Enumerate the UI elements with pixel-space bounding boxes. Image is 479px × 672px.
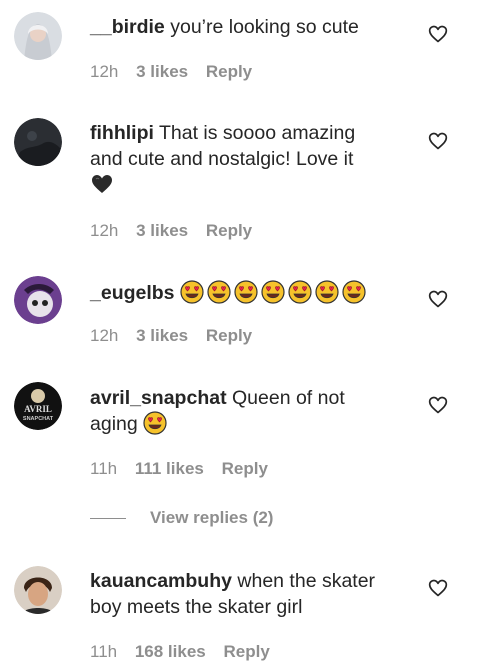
- avatar[interactable]: AVRIL SNAPCHAT: [14, 382, 62, 430]
- username[interactable]: kauancambuhy: [90, 570, 232, 592]
- reply-button[interactable]: Reply: [206, 221, 252, 240]
- likes-count[interactable]: 3 likes: [136, 62, 188, 81]
- likes-count[interactable]: 3 likes: [136, 221, 188, 240]
- comment-meta: 11h 111 likes Reply: [90, 459, 281, 479]
- reply-button[interactable]: Reply: [206, 62, 252, 81]
- heart-eyes-icon: [207, 280, 231, 304]
- reply-button[interactable]: Reply: [222, 459, 268, 478]
- comment-meta: 11h 168 likes Reply: [90, 642, 283, 662]
- comment-text: kauancambuhy when the skater boy meets t…: [90, 568, 390, 620]
- emoji-row: [180, 280, 369, 304]
- likes-count[interactable]: 111 likes: [135, 459, 204, 478]
- username[interactable]: _eugelbs: [90, 282, 175, 304]
- svg-text:SNAPCHAT: SNAPCHAT: [23, 416, 54, 422]
- avatar[interactable]: [14, 118, 62, 166]
- like-heart-icon[interactable]: [428, 24, 448, 44]
- comment-meta: 12h 3 likes Reply: [90, 62, 265, 82]
- username[interactable]: avril_snapchat: [90, 387, 227, 409]
- heart-eyes-icon: [342, 280, 366, 304]
- black-heart-icon: [90, 172, 114, 196]
- heart-eyes-icon: [180, 280, 204, 304]
- like-heart-icon[interactable]: [428, 578, 448, 598]
- divider: [90, 518, 126, 520]
- avatar[interactable]: [14, 566, 62, 614]
- heart-eyes-icon: [261, 280, 285, 304]
- timestamp: 12h: [90, 62, 119, 81]
- reply-button[interactable]: Reply: [206, 326, 252, 345]
- comment-text: __birdie you’re looking so cute: [90, 14, 390, 40]
- like-heart-icon[interactable]: [428, 289, 448, 309]
- like-heart-icon[interactable]: [428, 395, 448, 415]
- comment-text: fihhlipi That is soooo amazing and cute …: [90, 120, 390, 198]
- timestamp: 11h: [90, 459, 118, 478]
- comment-text: avril_snapchat Queen of not aging: [90, 385, 390, 437]
- timestamp: 12h: [90, 326, 119, 345]
- username[interactable]: __birdie: [90, 16, 165, 38]
- view-replies-button[interactable]: View replies (2): [90, 508, 273, 528]
- reply-button[interactable]: Reply: [223, 642, 269, 661]
- avatar[interactable]: [14, 276, 62, 324]
- heart-eyes-icon: [143, 411, 167, 435]
- comment-meta: 12h 3 likes Reply: [90, 221, 265, 241]
- like-heart-icon[interactable]: [428, 131, 448, 151]
- likes-count[interactable]: 3 likes: [136, 326, 188, 345]
- comment-text: _eugelbs: [90, 280, 430, 306]
- heart-eyes-icon: [315, 280, 339, 304]
- view-replies-label[interactable]: View replies (2): [150, 508, 273, 527]
- svg-text:AVRIL: AVRIL: [24, 404, 52, 414]
- heart-eyes-icon: [288, 280, 312, 304]
- timestamp: 11h: [90, 642, 118, 661]
- avatar[interactable]: [14, 12, 62, 60]
- comment-meta: 12h 3 likes Reply: [90, 326, 265, 346]
- likes-count[interactable]: 168 likes: [135, 642, 206, 661]
- comment-body: you’re looking so cute: [170, 16, 359, 38]
- heart-eyes-icon: [234, 280, 258, 304]
- username[interactable]: fihhlipi: [90, 122, 154, 144]
- timestamp: 12h: [90, 221, 119, 240]
